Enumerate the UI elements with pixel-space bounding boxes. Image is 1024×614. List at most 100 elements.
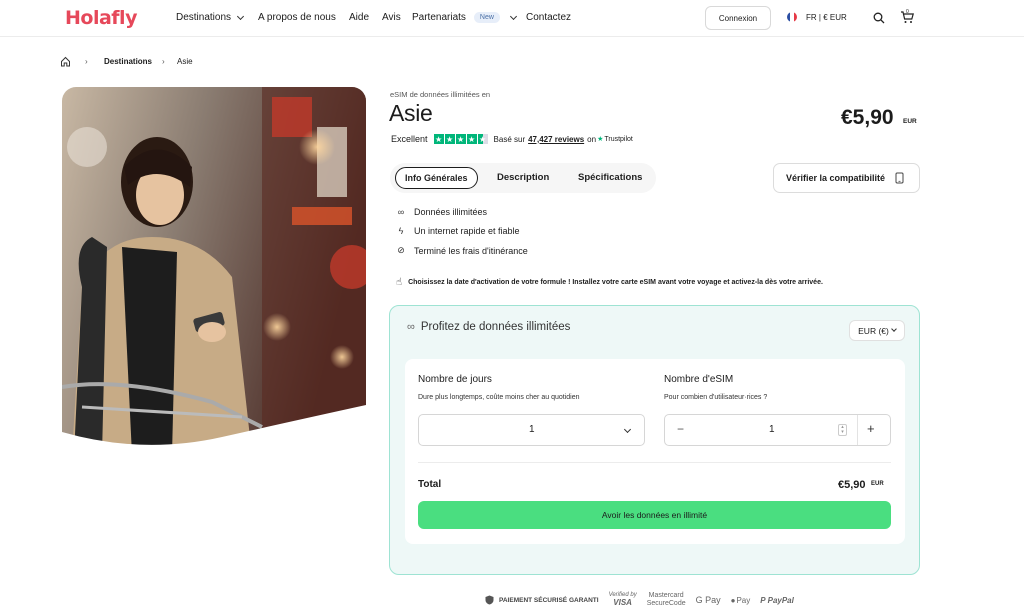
new-badge: New: [473, 12, 500, 23]
cart-count: 0: [906, 9, 909, 15]
nav-about-label: A propos de nous: [258, 12, 336, 23]
trustpilot-label: Trustpilot: [604, 135, 633, 143]
days-subtitle: Dure plus longtemps, coûte moins cher au…: [418, 394, 580, 401]
chevron-down-icon: [236, 12, 245, 20]
feature-text: Terminé les frais d'itinérance: [414, 245, 528, 256]
breadcrumb-separator: ›: [85, 57, 88, 66]
chevron-down-icon: [891, 326, 897, 332]
plan-title-text: Profitez de données illimitées: [420, 321, 571, 333]
search-icon[interactable]: [873, 12, 885, 24]
compatibility-label: Vérifier la compatibilité: [786, 173, 886, 183]
hand-pointer-icon: ☝: [396, 277, 403, 288]
google-pay-logo: G Pay: [695, 595, 721, 605]
nav-destinations[interactable]: Destinations: [176, 12, 245, 23]
chevron-down-icon: [509, 12, 517, 20]
feature-text: Un internet rapide et fiable: [414, 226, 520, 236]
tab-specifications[interactable]: Spécifications: [578, 172, 642, 183]
get-unlimited-data-button[interactable]: Avoir les données en illimité: [418, 501, 891, 529]
shield-icon: [485, 595, 494, 605]
star-icon: ★: [433, 134, 444, 144]
rating-on: on: [587, 134, 597, 144]
no-roaming-icon: ⊘: [397, 245, 405, 255]
product-price: €5,90: [841, 106, 894, 129]
apple-pay-text: Pay: [736, 595, 751, 605]
days-select[interactable]: 1: [418, 414, 645, 446]
infinity-icon: ∞: [407, 321, 415, 333]
product-tabs: Info Générales Description Spécification…: [390, 163, 656, 193]
product-photo: [62, 87, 366, 455]
star-icon: ★: [477, 134, 488, 144]
paypal-p-icon: P: [760, 595, 766, 605]
breadcrumb-destinations[interactable]: Destinations: [104, 57, 152, 66]
infinity-icon: ∞: [397, 207, 405, 217]
rating-based: Basé sur: [493, 134, 526, 144]
nav-partnerships-label: Partenariats: [412, 12, 466, 23]
total-currency: EUR: [871, 481, 884, 487]
verified-by-visa-logo: Verified by VISA: [609, 592, 637, 608]
trustpilot-logo: ★ Trustpilot: [597, 135, 633, 144]
verified-line2: VISA: [613, 598, 632, 607]
rating-word: Excellent: [391, 134, 428, 144]
feature-item: ∞ Données illimitées: [396, 207, 487, 217]
total-price: €5,90: [838, 479, 866, 491]
currency-select[interactable]: EUR (€): [849, 320, 905, 341]
breadcrumb-separator: ›: [162, 57, 165, 66]
minus-button[interactable]: −: [677, 422, 684, 436]
product-price-currency: EUR: [903, 118, 917, 125]
paypal-logo: P PayPal: [760, 596, 794, 605]
secure-payment-text: PAIEMENT SÉCURISÉ GARANTI: [499, 596, 599, 604]
home-icon[interactable]: [60, 56, 71, 67]
product-pretitle: eSIM de données illimitées en: [390, 90, 491, 99]
site-header: Holafly Destinations A propos de nous Ai…: [0, 0, 1024, 37]
feature-item: ⊘ Terminé les frais d'itinérance: [396, 245, 528, 256]
nav-reviews-label: Avis: [382, 12, 401, 23]
payment-methods: PAIEMENT SÉCURISÉ GARANTI Verified by VIS…: [485, 592, 794, 608]
star-icon: ★: [444, 134, 455, 144]
nav-partnerships[interactable]: Partenariats New: [412, 12, 517, 23]
spin-arrows-icon[interactable]: ▴ ▾: [838, 424, 847, 436]
nav-contact[interactable]: Contactez: [526, 12, 571, 23]
secure-payment: PAIEMENT SÉCURISÉ GARANTI: [485, 595, 599, 605]
esim-subtitle: Pour combien d'utilisateur·rices ?: [664, 394, 768, 401]
product-title: Asie: [389, 100, 433, 126]
breadcrumb-current: Asie: [177, 57, 193, 66]
rating-stars: ★ ★ ★ ★ ★: [433, 134, 488, 144]
apple-icon: ●: [730, 595, 736, 605]
mastercard-securecode-logo: Mastercard SecureCode: [647, 592, 686, 608]
feature-item: ϟ Un internet rapide et fiable: [396, 226, 520, 236]
check-compatibility-button[interactable]: Vérifier la compatibilité: [773, 163, 920, 193]
language-currency-selector[interactable]: FR | € EUR: [806, 13, 847, 22]
apple-pay-logo: ● Pay: [731, 596, 751, 605]
esim-value: 1: [769, 424, 775, 435]
divider: [857, 415, 858, 445]
days-label: Nombre de jours: [418, 374, 492, 385]
mastercard-line1: Mastercard: [648, 592, 684, 599]
chevron-down-icon: [623, 425, 632, 434]
holafly-logo[interactable]: Holafly: [65, 7, 137, 29]
trustpilot-star-icon: ★: [597, 136, 604, 143]
feature-text: Données illimitées: [414, 207, 488, 217]
days-value: 1: [529, 424, 535, 435]
nav-about[interactable]: A propos de nous: [258, 12, 336, 23]
activation-notice: ☝ Choisissez la date d'activation de vot…: [396, 277, 823, 288]
nav-help[interactable]: Aide: [349, 12, 369, 23]
esim-quantity-stepper[interactable]: − 1 ▴ ▾ +: [664, 414, 891, 446]
reviews-link[interactable]: 47,427 reviews: [528, 135, 584, 144]
esim-label: Nombre d'eSIM: [664, 374, 734, 385]
total-label: Total: [418, 479, 442, 490]
plan-title: ∞ Profitez de données illimitées: [407, 321, 570, 333]
star-icon: ★: [466, 134, 477, 144]
france-flag-icon: [787, 12, 797, 22]
nav-destinations-label: Destinations: [176, 12, 232, 23]
paypal-text: PayPal: [767, 595, 794, 605]
nav-contact-label: Contactez: [526, 12, 572, 23]
login-button[interactable]: Connexion: [705, 6, 771, 30]
tab-description[interactable]: Description: [497, 172, 549, 183]
plus-button[interactable]: +: [867, 421, 875, 436]
divider: [418, 462, 891, 463]
tab-general-info[interactable]: Info Générales: [395, 167, 478, 189]
phone-icon: [895, 172, 904, 184]
nav-reviews[interactable]: Avis: [382, 12, 401, 23]
trustpilot-rating: Excellent ★ ★ ★ ★ ★ Basé sur 47,427 reviews …: [391, 134, 633, 144]
currency-select-value: EUR (€): [858, 325, 889, 336]
